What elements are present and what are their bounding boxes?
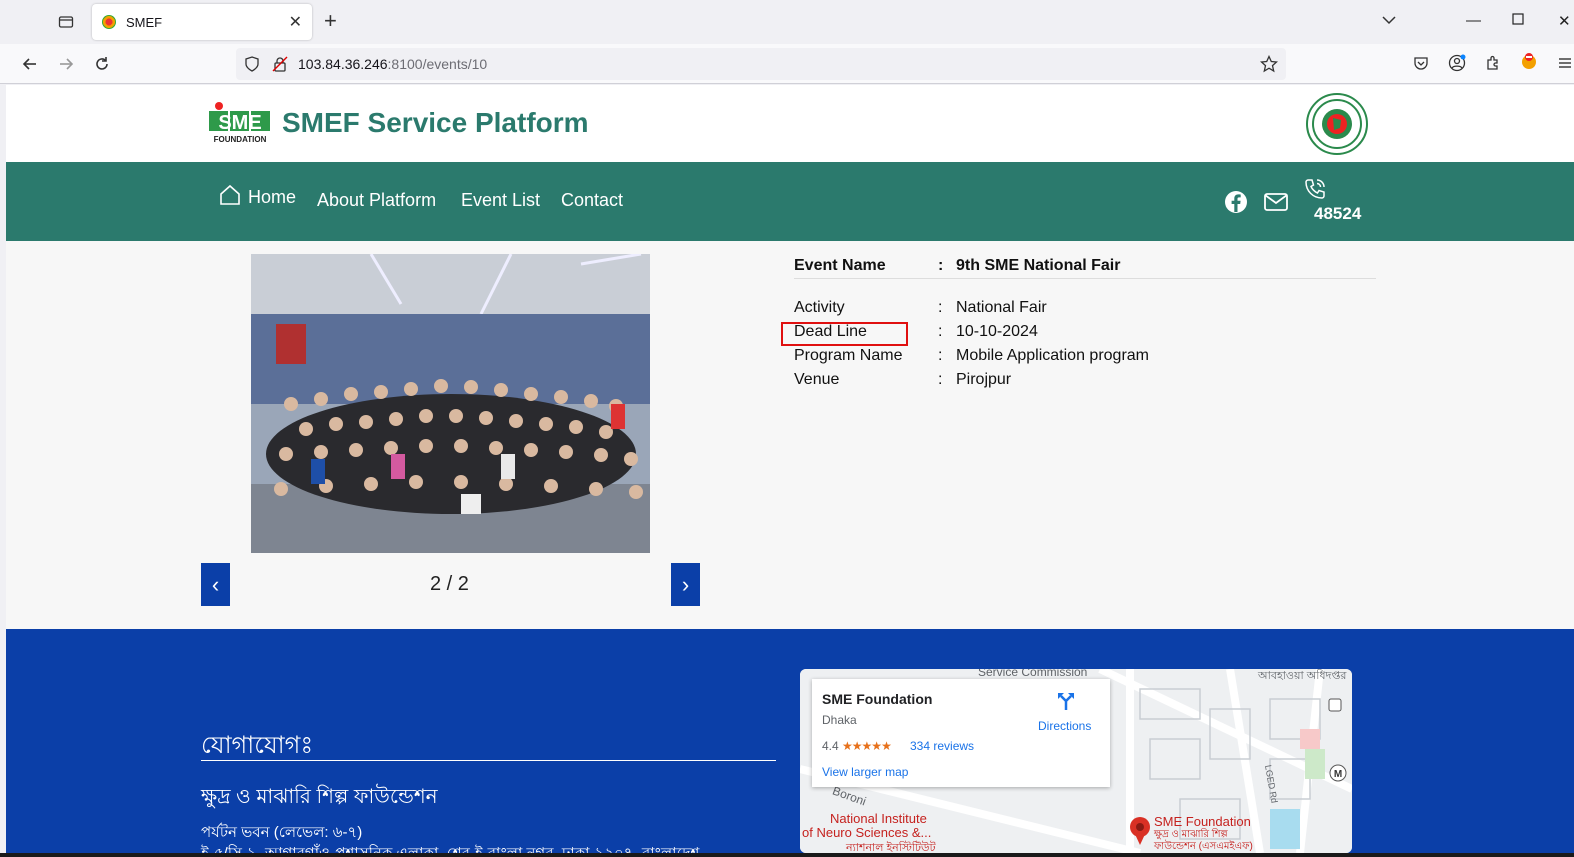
directions-link[interactable]: Directions bbox=[1038, 719, 1091, 733]
directions-icon[interactable] bbox=[1057, 691, 1075, 716]
home-icon bbox=[220, 184, 240, 205]
chevron-down-icon bbox=[1382, 16, 1396, 25]
map-place-subtitle: Dhaka bbox=[822, 713, 857, 727]
detail-label: Program Name bbox=[794, 347, 903, 364]
view-larger-map-link[interactable]: View larger map bbox=[822, 765, 908, 779]
url-bar[interactable]: 103.84.36.246:8100/events/10 bbox=[236, 48, 1286, 80]
close-window-button[interactable]: ✕ bbox=[1558, 12, 1571, 30]
site-title: SMEF Service Platform bbox=[282, 107, 589, 138]
nav-contact[interactable]: Contact bbox=[561, 190, 623, 211]
site-footer: যোগাযোগঃ ক্ষুদ্র ও মাঝারি শিল্প ফাউন্ডেশ… bbox=[6, 629, 1574, 853]
url-path: :8100/events/10 bbox=[387, 56, 488, 72]
account-icon[interactable] bbox=[1446, 52, 1468, 74]
main-navigation: Home About Platform Event List Contact bbox=[6, 162, 1574, 241]
event-name-row: Event Name : 9th SME National Fair bbox=[794, 257, 1376, 279]
event-details-section: ‹ 2 / 2 › Event Name : 9th SME National … bbox=[6, 241, 1574, 629]
extension-badge-icon[interactable] bbox=[1518, 50, 1540, 72]
nav-home[interactable]: Home bbox=[218, 184, 296, 208]
contact-divider bbox=[201, 760, 776, 761]
tab-title: SMEF bbox=[126, 14, 163, 30]
map-poi-label-3: ন্যাশনাল ইনস্টিটিউট bbox=[846, 842, 936, 853]
back-button[interactable] bbox=[18, 52, 42, 76]
map-pin-label-bn-2: ফাউন্ডেশন (এসএমইএফ) bbox=[1154, 841, 1253, 852]
browser-window: SMEF ✕ + — ✕ 103.84.36.246:8100/events/1… bbox=[0, 0, 1574, 857]
window-bottom-border bbox=[0, 853, 1574, 857]
navigation-toolbar: 103.84.36.246:8100/events/10 bbox=[0, 44, 1574, 84]
firefox-view-icon bbox=[58, 16, 74, 28]
detail-value: Mobile Application program bbox=[956, 347, 1149, 364]
map-label-service-commission: Service Commission bbox=[978, 669, 1088, 679]
map-place-title: SME Foundation bbox=[822, 691, 933, 707]
organization-name: ক্ষুদ্র ও মাঝারি শিল্প ফাউন্ডেশন bbox=[201, 786, 438, 808]
pocket-icon[interactable] bbox=[1410, 52, 1432, 74]
site-header: SME FOUNDATION SMEF Service Platform bbox=[6, 85, 1574, 162]
map-poi-label-2: of Neuro Sciences &... bbox=[802, 825, 932, 840]
group-photo-image bbox=[251, 254, 650, 553]
event-name-value: 9th SME National Fair bbox=[956, 257, 1121, 274]
phone-icon[interactable] bbox=[1303, 177, 1327, 206]
previous-slide-button[interactable]: ‹ bbox=[201, 563, 230, 606]
separator: : bbox=[938, 299, 943, 316]
detail-label: Activity bbox=[794, 299, 845, 316]
new-tab-button[interactable]: + bbox=[324, 10, 337, 32]
maximize-button[interactable] bbox=[1512, 12, 1524, 29]
map-poi-label: National Institute bbox=[830, 811, 927, 826]
list-all-tabs-button[interactable] bbox=[1382, 12, 1396, 30]
close-tab-icon[interactable]: ✕ bbox=[289, 12, 302, 32]
map-label-met-office: আবহাওয়া অধিদপ্তর bbox=[1258, 670, 1347, 682]
map-place-card: SME Foundation Dhaka 4.4 ★★★★★ 334 revie… bbox=[812, 679, 1110, 787]
detail-value: National Fair bbox=[956, 299, 1047, 316]
nav-home-label: Home bbox=[248, 187, 297, 207]
hotline-number[interactable]: 48524 bbox=[1314, 204, 1361, 224]
separator: : bbox=[938, 257, 944, 274]
separator: : bbox=[938, 347, 943, 364]
minimize-button[interactable]: — bbox=[1466, 12, 1481, 29]
nav-event-list[interactable]: Event List bbox=[461, 190, 540, 211]
detail-label: Venue bbox=[794, 371, 840, 388]
event-photo bbox=[251, 254, 650, 553]
separator: : bbox=[938, 371, 943, 388]
back-arrow-icon bbox=[22, 58, 36, 70]
smef-logo[interactable]: SME FOUNDATION bbox=[209, 102, 271, 144]
reload-icon bbox=[96, 57, 108, 70]
contact-heading: যোগাযোগঃ bbox=[201, 732, 314, 759]
shield-icon[interactable] bbox=[244, 56, 260, 77]
email-icon[interactable] bbox=[1264, 193, 1288, 216]
next-slide-button[interactable]: › bbox=[671, 563, 700, 606]
url-host: 103.84.36.246 bbox=[298, 56, 388, 72]
event-name-label: Event Name bbox=[794, 257, 886, 274]
forward-button[interactable] bbox=[54, 52, 78, 76]
web-page: SME FOUNDATION SMEF Service Platform Hom… bbox=[6, 85, 1574, 853]
map-rating-value: 4.4 bbox=[822, 739, 839, 753]
government-seal-icon bbox=[1306, 93, 1368, 155]
bookmark-star-icon[interactable] bbox=[1259, 54, 1279, 78]
forward-arrow-icon bbox=[60, 58, 74, 70]
firefox-view-button[interactable] bbox=[52, 10, 80, 34]
maximize-icon bbox=[1512, 13, 1524, 25]
detail-value: 10-10-2024 bbox=[956, 323, 1038, 340]
detail-value: Pirojpur bbox=[956, 371, 1012, 388]
tab-smef[interactable]: SMEF ✕ bbox=[92, 4, 312, 40]
slide-counter: 2 / 2 bbox=[430, 573, 469, 595]
facebook-icon[interactable] bbox=[1224, 190, 1248, 219]
logo-subtext: FOUNDATION bbox=[214, 135, 267, 144]
separator: : bbox=[938, 323, 943, 340]
nav-about-platform[interactable]: About Platform bbox=[317, 190, 436, 211]
map-rating: 4.4 ★★★★★ bbox=[822, 739, 892, 753]
hamburger-menu-icon[interactable] bbox=[1554, 52, 1574, 74]
svg-text:M: M bbox=[1334, 769, 1342, 780]
url-text[interactable]: 103.84.36.246:8100/events/10 bbox=[298, 56, 487, 72]
reload-button[interactable] bbox=[90, 52, 114, 76]
deadline-highlight-box bbox=[781, 322, 908, 346]
extensions-icon[interactable] bbox=[1482, 52, 1504, 74]
embedded-google-map[interactable]: M Service Commission আবহাওয়া অধিদপ্তর L… bbox=[800, 669, 1352, 853]
logo-text: SME bbox=[218, 112, 261, 134]
map-reviews-link[interactable]: 334 reviews bbox=[910, 739, 974, 753]
insecure-lock-icon[interactable] bbox=[272, 56, 288, 77]
star-rating-icon: ★★★★★ bbox=[842, 739, 892, 753]
tab-strip: SMEF ✕ + — ✕ bbox=[0, 0, 1574, 44]
favicon-icon bbox=[102, 15, 116, 29]
address-line-2: ই-৫/সি-১, আগারগাঁও প্রশাসনিক এলাকা, শের-… bbox=[201, 842, 699, 853]
